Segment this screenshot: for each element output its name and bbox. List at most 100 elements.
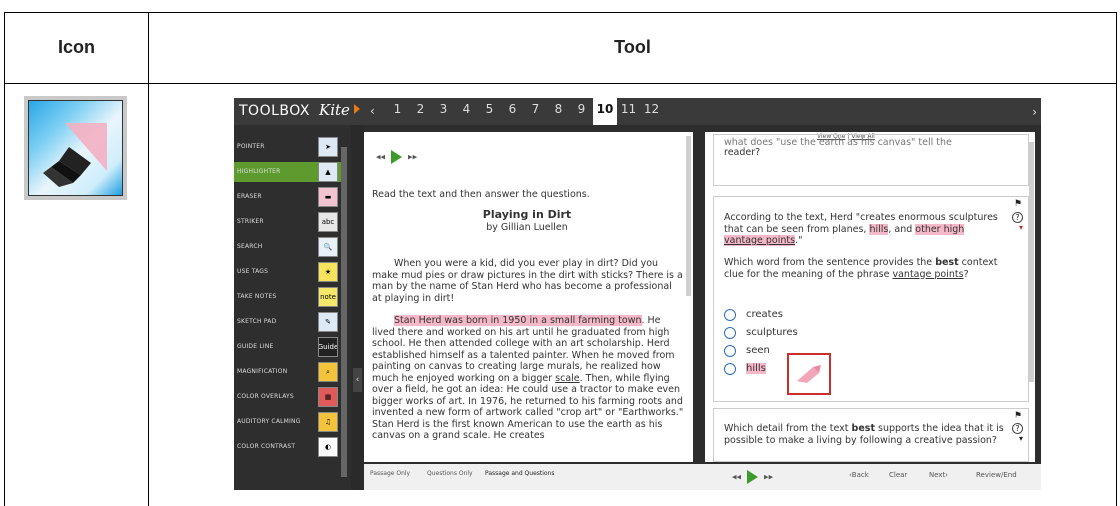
stem-emphasis: best xyxy=(851,423,875,434)
forward-icon[interactable]: ▸▸ xyxy=(408,153,417,163)
tool-search[interactable]: SEARCH 🔍 xyxy=(234,237,341,257)
page-tab-5[interactable]: 5 xyxy=(478,98,501,125)
tool-use-tags[interactable]: USE TAGS ★ xyxy=(234,262,341,282)
back-button[interactable]: ‹Back xyxy=(849,471,869,479)
question-card-prev: what does "use the earth as his canvas" … xyxy=(713,134,1029,186)
page-tab-7[interactable]: 7 xyxy=(524,98,547,125)
tool-eraser[interactable]: ERASER ▬ xyxy=(234,187,341,207)
tab-passage-and-questions[interactable]: Passage and Questions xyxy=(485,470,555,477)
top-bar: TOOLBOX Kite ‹ 1 2 3 4 5 6 7 8 9 10 11 12 › xyxy=(234,98,1041,125)
striker-icon: abc xyxy=(318,212,338,232)
highlighted-text[interactable]: Stan Herd was born in 1950 in a small fa… xyxy=(394,315,642,326)
play-icon[interactable] xyxy=(747,470,759,484)
column-header-icon: Icon xyxy=(57,37,95,57)
option-radio-sculptures[interactable] xyxy=(724,327,736,339)
prev-question-cut: what does "use the earth as his canvas" … xyxy=(724,137,952,147)
highlighted-glossary-word[interactable]: vantage points xyxy=(724,235,796,246)
questions-scrollbar[interactable] xyxy=(1029,142,1034,382)
help-icon[interactable]: ? xyxy=(1012,212,1023,223)
table-border-mid xyxy=(148,12,149,506)
next-button[interactable]: Next› xyxy=(929,471,948,479)
passage-title: Playing in Dirt xyxy=(482,208,572,221)
option-label-hills[interactable]: hills xyxy=(746,363,766,374)
passage-instruction: Read the text and then answer the questi… xyxy=(372,189,590,200)
glossary-word[interactable]: scale xyxy=(555,373,579,384)
tab-questions-only[interactable]: Questions Only xyxy=(427,470,473,477)
tool-label: AUDITORY CALMING xyxy=(237,418,301,425)
page-tab-3[interactable]: 3 xyxy=(432,98,455,125)
page-tab-4[interactable]: 4 xyxy=(455,98,478,125)
stem-emphasis: best xyxy=(935,257,959,268)
tool-label: ERASER xyxy=(237,193,262,200)
highlighter-tool-image xyxy=(24,96,127,200)
questions-panel: View One | View All what does "use the e… xyxy=(705,132,1035,462)
page-tab-1[interactable]: 1 xyxy=(386,98,409,125)
page-tab-6[interactable]: 6 xyxy=(501,98,524,125)
tool-magnification[interactable]: MAGNIFICATION ⌕ xyxy=(234,362,341,382)
passage-scrollbar[interactable] xyxy=(686,136,691,296)
toolbox-collapse-strip xyxy=(351,125,364,490)
passage-paragraph-2: Stan Herd was born in 1950 in a small fa… xyxy=(372,315,684,442)
rewind-icon[interactable]: ◂◂ xyxy=(732,473,741,483)
tool-label: TAKE NOTES xyxy=(237,293,277,300)
tab-passage-only[interactable]: Passage Only xyxy=(370,470,410,477)
tool-take-notes[interactable]: TAKE NOTES note xyxy=(234,287,341,307)
prev-page-icon[interactable]: ‹ xyxy=(370,104,375,118)
tool-pointer[interactable]: POINTER ➤ xyxy=(234,137,341,157)
collapse-icon[interactable]: ▾ xyxy=(1019,223,1023,232)
option-radio-hills[interactable] xyxy=(724,363,736,375)
passage-audio-controls: ◂◂ ▸▸ xyxy=(376,150,417,164)
prev-question-end: reader? xyxy=(724,147,761,158)
tool-sketch-pad[interactable]: SKETCH PAD ✎ xyxy=(234,312,341,332)
tool-label: MAGNIFICATION xyxy=(237,368,288,375)
tool-highlighter[interactable]: HIGHLIGHTER ▲ xyxy=(234,162,341,182)
tool-label: STRIKER xyxy=(237,218,264,225)
question-stem: Which word from the sentence provides th… xyxy=(724,257,1006,280)
option-label-sculptures[interactable]: sculptures xyxy=(746,327,798,338)
tool-striker[interactable]: STRIKER abc xyxy=(234,212,341,232)
play-icon[interactable] xyxy=(391,150,403,164)
option-label-creates[interactable]: creates xyxy=(746,309,783,320)
page-tab-12[interactable]: 12 xyxy=(640,98,663,125)
stem-text: Which detail from the text xyxy=(724,423,852,434)
highlighter-cursor xyxy=(787,353,831,395)
page-tab-9[interactable]: 9 xyxy=(570,98,593,125)
flag-icon[interactable]: ⚑ xyxy=(1014,199,1022,209)
notes-icon: note xyxy=(318,287,338,307)
collapse-toolbox-button[interactable]: ‹ xyxy=(353,368,362,392)
collapse-icon[interactable]: ▾ xyxy=(1019,434,1023,443)
page-tab-10[interactable]: 10 xyxy=(593,98,617,125)
tool-label: SEARCH xyxy=(237,243,263,250)
page-tab-2[interactable]: 2 xyxy=(409,98,432,125)
highlighted-text[interactable]: hills xyxy=(869,223,889,235)
rewind-icon[interactable]: ◂◂ xyxy=(376,153,385,163)
page-tab-11[interactable]: 11 xyxy=(617,98,640,125)
highlighted-text[interactable]: other high xyxy=(915,223,965,235)
review-end-button[interactable]: Review/End xyxy=(976,471,1017,479)
glossary-word[interactable]: vantage points xyxy=(892,269,963,280)
forward-icon[interactable]: ▸▸ xyxy=(764,473,773,483)
clear-button[interactable]: Clear xyxy=(889,471,907,479)
next-question-text: Which detail from the text best supports… xyxy=(724,423,1006,446)
page-tabs: 1 2 3 4 5 6 7 8 9 10 11 12 xyxy=(386,98,663,125)
passage-panel: ◂◂ ▸▸ Read the text and then answer the q… xyxy=(364,132,693,462)
tool-guide-line[interactable]: GUIDE LINE Guide xyxy=(234,337,341,357)
option-label-seen[interactable]: seen xyxy=(746,345,770,356)
table-border-right xyxy=(1116,12,1117,506)
question-card-next: ⚑ ? ▾ Which detail from the text best su… xyxy=(713,408,1029,462)
page-tab-8[interactable]: 8 xyxy=(547,98,570,125)
flag-icon[interactable]: ⚑ xyxy=(1014,411,1022,421)
stimulus-text: ." xyxy=(795,235,803,246)
tool-color-contrast[interactable]: COLOR CONTRAST ◐ xyxy=(234,437,341,457)
kite-logo: Kite xyxy=(319,101,350,119)
help-icon[interactable]: ? xyxy=(1012,423,1023,434)
option-radio-seen[interactable] xyxy=(724,345,736,357)
option-radio-creates[interactable] xyxy=(724,309,736,321)
search-icon: 🔍 xyxy=(318,237,338,257)
tool-auditory-calming[interactable]: AUDITORY CALMING ♫ xyxy=(234,412,341,432)
next-page-icon[interactable]: › xyxy=(1032,105,1037,119)
toolbox-scrollbar[interactable] xyxy=(341,147,347,477)
tool-color-overlays[interactable]: COLOR OVERLAYS ▦ xyxy=(234,387,341,407)
table-border-header xyxy=(4,83,1117,84)
kite-logo-arrow-icon xyxy=(354,104,360,114)
